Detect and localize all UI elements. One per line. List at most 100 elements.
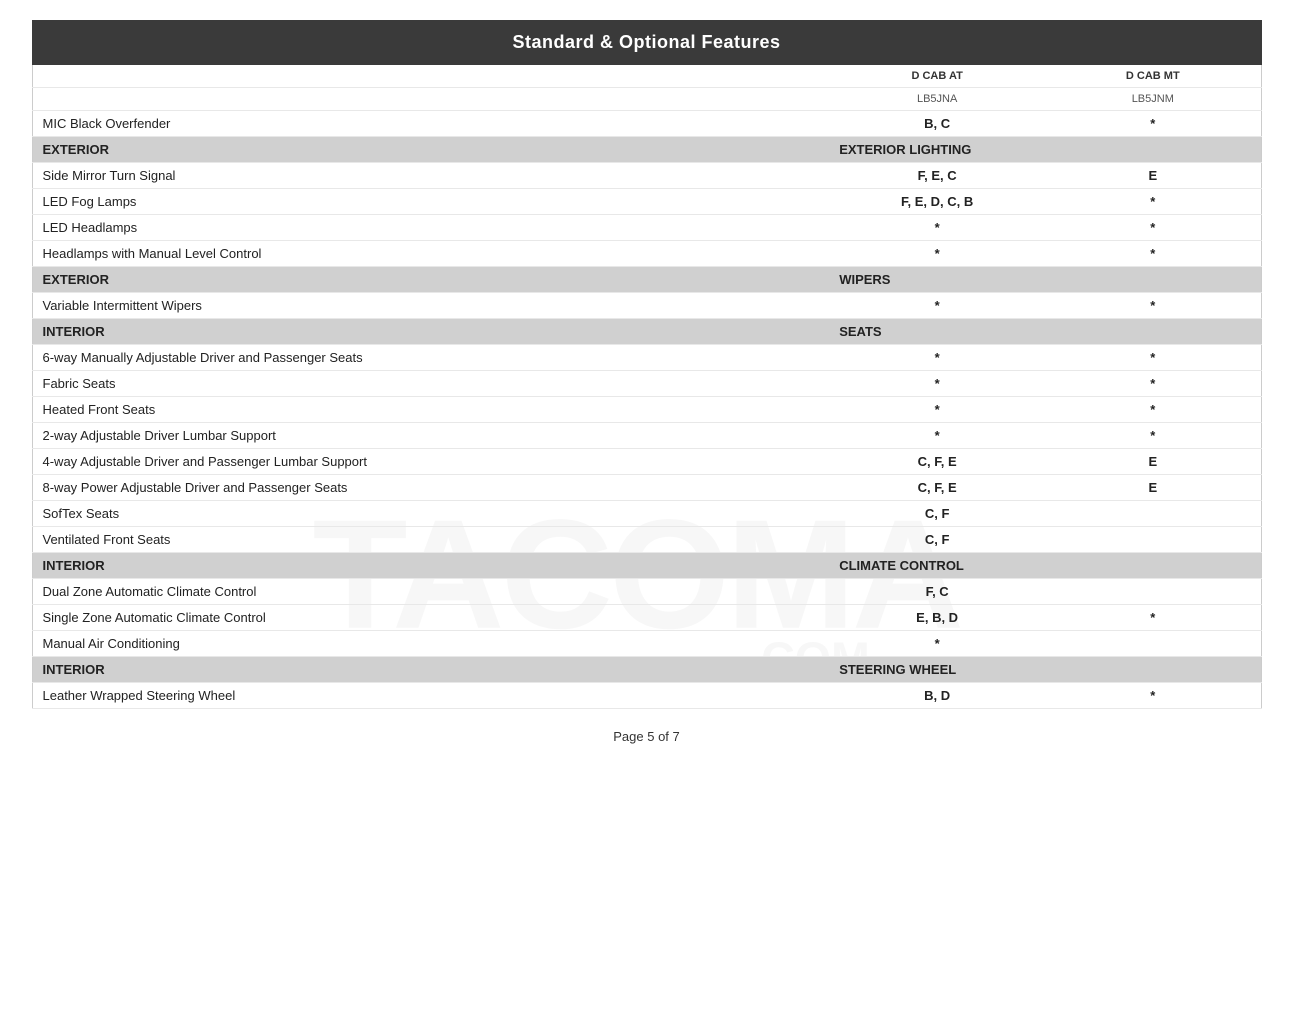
col2-value: *	[1045, 111, 1261, 137]
col1-value: C, F	[829, 527, 1045, 553]
table-row: 4-way Adjustable Driver and Passenger Lu…	[32, 449, 1261, 475]
feature-name: Single Zone Automatic Climate Control	[32, 605, 829, 631]
table-row: Manual Air Conditioning *	[32, 631, 1261, 657]
section-cat: INTERIOR	[32, 319, 829, 345]
section-subcat: CLIMATE CONTROL	[829, 553, 1045, 579]
col1-value: *	[829, 397, 1045, 423]
col1-value: F, C	[829, 579, 1045, 605]
features-table: D CAB AT D CAB MT LB5JNA LB5JNM MIC Blac…	[32, 65, 1262, 709]
col1-value: *	[829, 215, 1045, 241]
feature-name: LED Fog Lamps	[32, 189, 829, 215]
column-header-top-row: D CAB AT D CAB MT	[32, 65, 1261, 88]
col2-value	[1045, 501, 1261, 527]
feature-name: 8-way Power Adjustable Driver and Passen…	[32, 475, 829, 501]
col2-value: *	[1045, 241, 1261, 267]
feature-name: Dual Zone Automatic Climate Control	[32, 579, 829, 605]
table-row: Side Mirror Turn Signal F, E, C E	[32, 163, 1261, 189]
feature-name: LED Headlamps	[32, 215, 829, 241]
table-row: 2-way Adjustable Driver Lumbar Support *…	[32, 423, 1261, 449]
col1-value: *	[829, 423, 1045, 449]
col1-value: B, C	[829, 111, 1045, 137]
col2-value	[1045, 527, 1261, 553]
col1-value: C, F, E	[829, 449, 1045, 475]
table-row: Heated Front Seats * *	[32, 397, 1261, 423]
feature-name: MIC Black Overfender	[32, 111, 829, 137]
feature-name: 4-way Adjustable Driver and Passenger Lu…	[32, 449, 829, 475]
feature-name: Side Mirror Turn Signal	[32, 163, 829, 189]
col1-value: *	[829, 293, 1045, 319]
col2-value: *	[1045, 371, 1261, 397]
col1-value: F, E, C	[829, 163, 1045, 189]
feature-col-code-empty	[32, 88, 829, 111]
feature-name: Headlamps with Manual Level Control	[32, 241, 829, 267]
feature-name: Leather Wrapped Steering Wheel	[32, 683, 829, 709]
section-cat: EXTERIOR	[32, 137, 829, 163]
section-header-climate: INTERIOR CLIMATE CONTROL	[32, 553, 1261, 579]
col1-label: D CAB AT	[829, 65, 1045, 88]
section-subcat: EXTERIOR LIGHTING	[829, 137, 1045, 163]
col2-value: E	[1045, 449, 1261, 475]
col1-value: *	[829, 631, 1045, 657]
col1-value: B, D	[829, 683, 1045, 709]
col1-value: *	[829, 345, 1045, 371]
section-cat: EXTERIOR	[32, 267, 829, 293]
col2-label: D CAB MT	[1045, 65, 1261, 88]
section-empty	[1045, 267, 1261, 293]
section-cat: INTERIOR	[32, 657, 829, 683]
section-header-wipers: EXTERIOR WIPERS	[32, 267, 1261, 293]
section-empty	[1045, 137, 1261, 163]
section-subcat: SEATS	[829, 319, 1045, 345]
feature-col-header-empty	[32, 65, 829, 88]
col1-value: *	[829, 241, 1045, 267]
section-subcat: WIPERS	[829, 267, 1045, 293]
page-wrapper: Standard & Optional Features D CAB AT D …	[32, 20, 1262, 764]
section-header-exterior-lighting: EXTERIOR EXTERIOR LIGHTING	[32, 137, 1261, 163]
col1-value: E, B, D	[829, 605, 1045, 631]
col2-value	[1045, 631, 1261, 657]
col2-value: *	[1045, 683, 1261, 709]
table-row: Ventilated Front Seats C, F	[32, 527, 1261, 553]
col2-value: *	[1045, 293, 1261, 319]
feature-name: Variable Intermittent Wipers	[32, 293, 829, 319]
table-row: MIC Black Overfender B, C *	[32, 111, 1261, 137]
section-empty	[1045, 553, 1261, 579]
feature-name: SofTex Seats	[32, 501, 829, 527]
table-row: SofTex Seats C, F	[32, 501, 1261, 527]
section-header-seats: INTERIOR SEATS	[32, 319, 1261, 345]
table-row: LED Fog Lamps F, E, D, C, B *	[32, 189, 1261, 215]
col2-value: *	[1045, 189, 1261, 215]
col2-value: E	[1045, 475, 1261, 501]
feature-name: Manual Air Conditioning	[32, 631, 829, 657]
col2-value: *	[1045, 423, 1261, 449]
feature-name: Heated Front Seats	[32, 397, 829, 423]
table-row: Leather Wrapped Steering Wheel B, D *	[32, 683, 1261, 709]
col2-value: *	[1045, 397, 1261, 423]
col1-value: *	[829, 371, 1045, 397]
page-title: Standard & Optional Features	[32, 20, 1262, 65]
col2-value: *	[1045, 605, 1261, 631]
col1-code: LB5JNA	[829, 88, 1045, 111]
page-footer: Page 5 of 7	[32, 709, 1262, 764]
feature-name: Fabric Seats	[32, 371, 829, 397]
table-row: Fabric Seats * *	[32, 371, 1261, 397]
section-empty	[1045, 657, 1261, 683]
feature-name: 6-way Manually Adjustable Driver and Pas…	[32, 345, 829, 371]
table-row: Variable Intermittent Wipers * *	[32, 293, 1261, 319]
col2-code: LB5JNM	[1045, 88, 1261, 111]
col2-value	[1045, 579, 1261, 605]
feature-name: Ventilated Front Seats	[32, 527, 829, 553]
table-row: 8-way Power Adjustable Driver and Passen…	[32, 475, 1261, 501]
section-subcat: STEERING WHEEL	[829, 657, 1045, 683]
feature-name: 2-way Adjustable Driver Lumbar Support	[32, 423, 829, 449]
col2-value: *	[1045, 345, 1261, 371]
section-cat: INTERIOR	[32, 553, 829, 579]
col2-value: *	[1045, 215, 1261, 241]
table-row: Dual Zone Automatic Climate Control F, C	[32, 579, 1261, 605]
section-empty	[1045, 319, 1261, 345]
col1-value: F, E, D, C, B	[829, 189, 1045, 215]
table-row: 6-way Manually Adjustable Driver and Pas…	[32, 345, 1261, 371]
table-row: Single Zone Automatic Climate Control E,…	[32, 605, 1261, 631]
table-row: LED Headlamps * *	[32, 215, 1261, 241]
section-header-steering: INTERIOR STEERING WHEEL	[32, 657, 1261, 683]
col1-value: C, F	[829, 501, 1045, 527]
